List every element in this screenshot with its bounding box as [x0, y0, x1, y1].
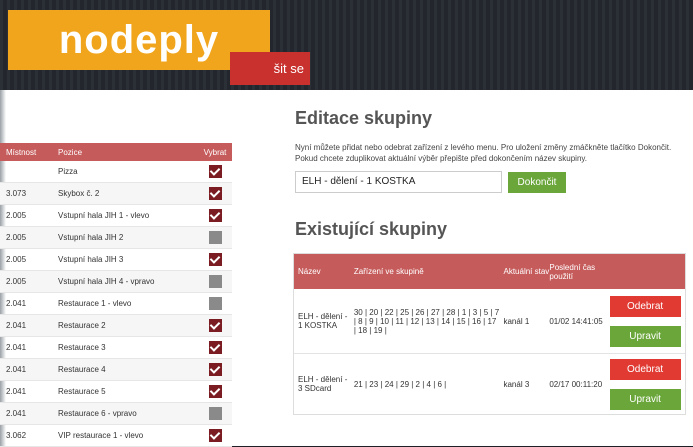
edit-group-button[interactable]: Upravit: [609, 325, 681, 347]
device-select-cell: [198, 319, 232, 332]
group-row: ELH - dělení - 1 KOSTKA 30 | 20 | 22 | 2…: [294, 289, 685, 354]
device-row: 2.041 Restaurace 3: [0, 337, 232, 359]
device-select-cell: [198, 253, 232, 266]
header-position: Pozice: [58, 147, 83, 157]
device-row: 2.005 Vstupní hala JIH 4 - vpravo: [0, 271, 232, 293]
device-select-cell: [198, 341, 232, 354]
device-select-checkbox[interactable]: [208, 297, 222, 310]
device-table-header: Místnost Pozice Vybrat: [0, 143, 232, 161]
device-select-checkbox[interactable]: [208, 429, 222, 442]
top-action-button[interactable]: šit se: [230, 52, 310, 85]
device-position: Vstupní hala JIH 2: [58, 233, 124, 242]
device-position: Pizza: [58, 167, 78, 176]
header-last-used: Poslední čas použití: [549, 262, 596, 281]
group-devices: 30 | 20 | 22 | 25 | 26 | 27 | 28 | 1 | 3…: [353, 307, 500, 335]
device-room: 2.041: [6, 321, 27, 330]
device-position: Restaurace 4: [58, 365, 106, 374]
device-select-cell: [198, 363, 232, 376]
device-select-cell: [198, 429, 232, 442]
device-room: 2.005: [6, 255, 27, 264]
remove-group-button[interactable]: Odebrat: [609, 295, 681, 317]
group-row: ELH - dělení - 3 SDcard 21 | 23 | 24 | 2…: [294, 354, 685, 414]
device-select-checkbox[interactable]: [208, 407, 222, 420]
device-select-checkbox[interactable]: [208, 187, 222, 200]
edit-group-button[interactable]: Upravit: [609, 388, 681, 410]
device-select-cell: [198, 187, 232, 200]
device-position: VIP restaurace 1 - vlevo: [58, 431, 144, 440]
device-select-cell: [198, 165, 232, 178]
device-select-checkbox[interactable]: [208, 341, 222, 354]
device-select-checkbox[interactable]: [208, 165, 222, 178]
device-row: 2.041 Restaurace 6 - vpravo: [0, 403, 232, 425]
group-last-used: 01/02 14:41:05: [549, 316, 603, 326]
header-state: Aktuální stav: [503, 267, 550, 276]
edit-group-description: Nyní můžete přidat nebo odebrat zařízení…: [295, 143, 672, 163]
device-position: Restaurace 2: [58, 321, 106, 330]
device-position: Vstupní hala JIH 4 - vpravo: [58, 277, 155, 286]
device-select-checkbox[interactable]: [208, 209, 222, 222]
group-name-input[interactable]: ELH - dělení - 1 KOSTKA: [295, 171, 502, 193]
device-select-cell: [198, 209, 232, 222]
device-room: 2.005: [6, 211, 27, 220]
device-row: 2.041 Restaurace 4: [0, 359, 232, 381]
device-room: 2.041: [6, 387, 27, 396]
device-row: 2.005 Vstupní hala JIH 1 - vlevo: [0, 205, 232, 227]
groups-table: Název Zařízení ve skupině Aktuální stav …: [293, 253, 686, 415]
device-select-cell: [198, 231, 232, 244]
device-room: 3.062: [6, 431, 27, 440]
header-select: Vybrat: [203, 147, 227, 157]
device-row: 3.062 VIP restaurace 1 - vlevo: [0, 425, 232, 447]
device-select-checkbox[interactable]: [208, 253, 222, 266]
device-row: 2.005 Vstupní hala JIH 2: [0, 227, 232, 249]
group-name: ELH - dělení - 3 SDcard: [298, 375, 348, 393]
device-position: Vstupní hala JIH 1 - vlevo: [58, 211, 150, 220]
device-room: 2.041: [6, 409, 27, 418]
device-rows: Pizza 3.073 Skybox č. 2 2.005 Vstupní hala J…: [0, 161, 232, 447]
device-room: 2.041: [6, 299, 27, 308]
header-room: Místnost: [6, 147, 37, 157]
device-position: Restaurace 6 - vpravo: [58, 409, 137, 418]
device-select-checkbox[interactable]: [208, 319, 222, 332]
device-position: Vstupní hala JIH 3: [58, 255, 124, 264]
group-state: kanál 3: [503, 379, 530, 389]
device-table: Místnost Pozice Vybrat Pizza 3.073 Skybox …: [0, 143, 232, 447]
device-position: Restaurace 3: [58, 343, 106, 352]
header-devices: Zařízení ve skupině: [353, 267, 424, 276]
remove-group-button[interactable]: Odebrat: [609, 358, 681, 380]
existing-groups-title: Existující skupiny: [295, 219, 448, 239]
header-name: Název: [298, 267, 321, 276]
device-room: 2.005: [6, 277, 27, 286]
edit-group-title: Editace skupiny: [295, 108, 433, 128]
device-room: 2.041: [6, 365, 27, 374]
device-select-checkbox[interactable]: [208, 385, 222, 398]
device-row: 2.041 Restaurace 1 - vlevo: [0, 293, 232, 315]
device-room: 2.005: [6, 233, 27, 242]
device-select-cell: [198, 407, 232, 420]
device-select-cell: [198, 275, 232, 288]
device-row: 2.005 Vstupní hala JIH 3: [0, 249, 232, 271]
device-select-checkbox[interactable]: [208, 363, 222, 376]
device-position: Skybox č. 2: [58, 189, 100, 198]
group-last-used: 02/17 00:11:20: [549, 379, 603, 389]
groups-table-header: Název Zařízení ve skupině Aktuální stav …: [294, 254, 685, 289]
device-position: Restaurace 5: [58, 387, 106, 396]
device-select-checkbox[interactable]: [208, 231, 222, 244]
group-state: kanál 1: [503, 316, 530, 326]
device-row: 2.041 Restaurace 5: [0, 381, 232, 403]
done-button[interactable]: Dokončit: [508, 172, 566, 193]
device-room: 2.041: [6, 343, 27, 352]
device-room: 3.073: [6, 189, 27, 198]
device-row: 3.073 Skybox č. 2: [0, 183, 232, 205]
group-devices: 21 | 23 | 24 | 29 | 2 | 4 | 6 |: [353, 379, 447, 389]
device-select-checkbox[interactable]: [208, 275, 222, 288]
group-actions: Odebrat Upravit: [605, 295, 685, 347]
device-select-cell: [198, 297, 232, 310]
device-position: Restaurace 1 - vlevo: [58, 299, 132, 308]
device-row: 2.041 Restaurace 2: [0, 315, 232, 337]
device-select-cell: [198, 385, 232, 398]
device-row: Pizza: [0, 161, 232, 183]
group-actions: Odebrat Upravit: [605, 358, 685, 410]
group-name: ELH - dělení - 1 KOSTKA: [298, 312, 348, 330]
